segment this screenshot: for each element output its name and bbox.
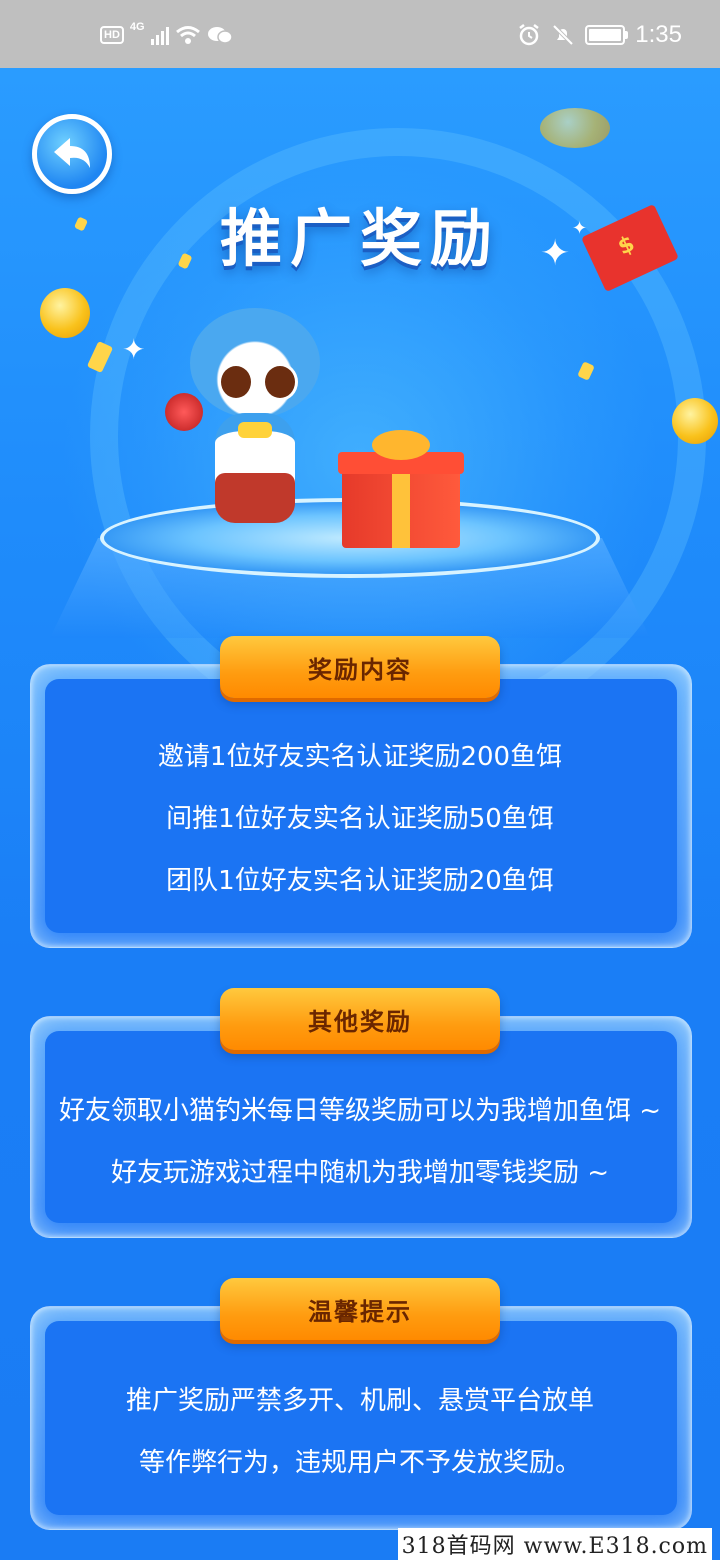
reward-line: 间推1位好友实名认证奖励50鱼饵 [166, 804, 554, 834]
mute-icon [552, 24, 574, 46]
reward-line: 邀请1位好友实名认证奖励200鱼饵 [157, 742, 563, 772]
reward-line: 团队1位好友实名认证奖励20鱼饵 [166, 866, 554, 896]
coin-icon [40, 288, 90, 338]
battery-icon [585, 25, 629, 45]
sparkle-icon: ✦ [122, 333, 146, 366]
bow-tie [238, 422, 272, 438]
wechat-icon [207, 27, 233, 44]
cat-mascot-icon [165, 298, 330, 598]
card-inner [45, 1321, 677, 1515]
coin-icon [540, 108, 610, 148]
wifi-icon [175, 26, 200, 44]
coin-icon [672, 398, 718, 444]
back-button[interactable] [32, 114, 112, 194]
page-title: 推广奖励 [219, 202, 500, 275]
alarm-icon [519, 24, 540, 46]
notice-heading: 温馨提示 [220, 1278, 500, 1340]
hd-badge: HD [100, 26, 124, 44]
status-right: 1:35 [517, 20, 682, 50]
other-rewards-heading: 其他奖励 [220, 988, 500, 1050]
app-screen: ✦ ✦ ✦ 推广奖励 奖励内容 邀请1位好友实名认证奖励200鱼饵 间推1位好友… [0, 68, 720, 1560]
reward-line: 好友领取小猫钓米每日等级奖励可以为我增加鱼饵 ~ [58, 1096, 662, 1126]
back-arrow-icon [54, 138, 90, 168]
gift-bow [372, 430, 430, 460]
cat-pants [215, 473, 295, 523]
cat-head [190, 308, 320, 418]
status-bar: HD 4G 1:35 [0, 0, 720, 68]
cat-eye [218, 363, 254, 401]
status-left: HD 4G [100, 21, 233, 48]
clock: 1:35 [635, 21, 682, 48]
reward-content-heading: 奖励内容 [220, 636, 500, 698]
cat-eye [262, 363, 298, 401]
gift-box-icon [338, 430, 464, 548]
reward-line: 好友玩游戏过程中随机为我增加零钱奖励 ~ [110, 1158, 610, 1188]
card-inner [45, 1031, 677, 1223]
watermark: 318首码网 www.E318.com [397, 1528, 712, 1560]
signal-icon [150, 25, 169, 45]
rose-icon [165, 393, 203, 431]
notice-line: 等作弊行为，违规用户不予发放奖励。 [138, 1448, 581, 1478]
notice-line: 推广奖励严禁多开、机刷、悬赏平台放单 [125, 1386, 594, 1416]
network-type: 4G [129, 21, 145, 33]
